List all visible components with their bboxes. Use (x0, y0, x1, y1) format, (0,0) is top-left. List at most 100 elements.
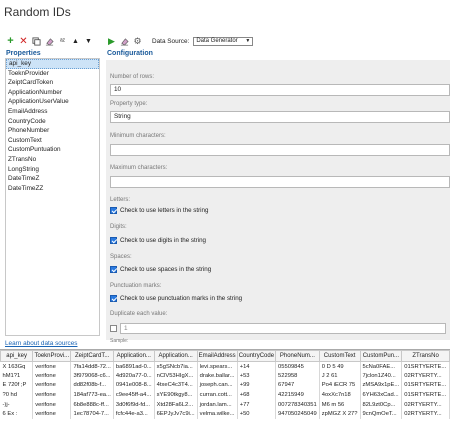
table-cell[interactable]: 522958 (275, 371, 320, 381)
table-cell[interactable]: +68 (237, 390, 277, 400)
max-chars-input[interactable] (110, 176, 450, 188)
spaces-checkbox[interactable]: Check to use spaces in the string (110, 266, 211, 273)
punctuation-checkbox[interactable]: Check to use punctuation marks in the st… (110, 295, 242, 302)
table-cell[interactable]: +99 (237, 380, 277, 391)
letters-checkbox[interactable]: Check to use letters in the string (110, 207, 208, 214)
table-cell[interactable]: 6YH63xCad... (360, 390, 403, 400)
arrow-down-icon[interactable]: ▼ (84, 37, 93, 46)
table-row[interactable]: 6 Ex : verifone 1ec78704-7... fcfc44e-a3...… (0, 409, 450, 420)
property-item[interactable]: ZTransNo (6, 155, 99, 165)
table-cell[interactable]: -)j- (0, 399, 34, 410)
grid-column-header[interactable]: Application... (112, 350, 155, 362)
table-cell[interactable]: 3d0f6f9d-fd... (113, 399, 155, 410)
table-cell[interactable]: levi.spears... (197, 361, 238, 372)
table-cell[interactable]: verifone (32, 361, 72, 372)
table-cell[interactable]: 82L9zt0Cp... (360, 399, 403, 410)
table-row[interactable]: E 720f ;P verifone dd82f08b-f... 0941e008-8… (0, 380, 450, 391)
property-item[interactable]: CountryCode (6, 117, 99, 127)
table-cell[interactable]: J 2 61 (319, 371, 361, 381)
table-cell[interactable]: fcfc44e-a3... (113, 409, 155, 420)
table-cell[interactable]: 0941e008-8... (113, 380, 155, 391)
table-cell[interactable]: 4oxXc7n18 (319, 390, 361, 400)
table-cell[interactable]: 1ec78704-7... (70, 409, 114, 420)
table-cell[interactable]: 7jclon1Z40... (360, 371, 403, 381)
table-cell[interactable]: 947050245049 (275, 409, 320, 420)
table-cell[interactable]: +14 (237, 361, 277, 372)
table-cell[interactable]: 67947 (275, 380, 320, 391)
table-cell[interactable]: velma.wilke... (197, 409, 238, 420)
table-cell[interactable]: 4txeC4c3T4... (154, 380, 198, 391)
property-type-select[interactable]: String (110, 111, 450, 123)
table-cell[interactable]: joseph.can... (197, 380, 238, 391)
property-item[interactable]: CustomPuntuation (6, 145, 99, 155)
property-item[interactable]: CustomText (6, 136, 99, 146)
table-cell[interactable]: E 720f ;P (0, 380, 34, 391)
duplicate-input[interactable]: 1 (120, 323, 446, 334)
grid-column-header[interactable]: Application... (153, 350, 198, 362)
table-cell[interactable]: verifone (32, 380, 72, 391)
table-cell[interactable]: curran.cott... (197, 390, 238, 400)
table-cell[interactable]: Po4 iECR 75 (319, 380, 361, 391)
data-grid[interactable]: api_key ToeknProvi... ZeiptCardT... Applica… (0, 349, 450, 424)
property-item[interactable]: DateTimeZ (6, 174, 99, 184)
table-row[interactable]: hM1?1 verifone 3f979068-c6... 4d920a77-0...… (0, 371, 450, 381)
grid-column-header[interactable]: ToeknProvi... (32, 350, 72, 362)
table-cell[interactable]: 02RTYERTY... (401, 371, 450, 381)
data-source-select[interactable]: Data Generator ▼ (193, 36, 254, 46)
table-cell[interactable]: 6 Ex : (0, 409, 34, 420)
table-cell[interactable]: zMSA9x1pE... (360, 380, 403, 391)
table-cell[interactable]: X 163Gq (0, 361, 34, 372)
property-item[interactable]: LongString (6, 165, 99, 175)
table-cell[interactable]: 6EPJyJv7c9i... (154, 409, 198, 420)
learn-about-data-sources-link[interactable]: Learn about data sources (5, 340, 77, 347)
grid-column-header[interactable]: ZTransNo (401, 350, 450, 362)
grid-column-header[interactable]: ZeiptCardT... (70, 350, 114, 362)
property-item[interactable]: ApplicationUserValue (6, 97, 99, 107)
table-cell[interactable]: nClV53HIgX... (154, 371, 198, 381)
eraser-icon[interactable] (45, 37, 54, 46)
table-row[interactable]: X 163Gq verifone 7fa14dd8-72... ba6891ad-0.… (0, 361, 450, 372)
table-cell[interactable]: 007278340351 (275, 399, 320, 410)
table-cell[interactable]: +50 (237, 409, 277, 420)
sort-icon[interactable]: ᵃᶻ (58, 37, 67, 46)
duplicate-row[interactable]: 1 (110, 323, 446, 334)
table-cell[interactable]: c9ee45ff-a4... (113, 390, 155, 400)
table-row[interactable]: ?0 hd verifone 184af773-ea... c9ee45ff-a4..… (0, 390, 450, 400)
grid-column-header[interactable]: PhoneNum... (275, 350, 320, 362)
table-cell[interactable]: drake.ballar... (197, 371, 238, 381)
table-cell[interactable]: 42215949 (275, 390, 320, 400)
table-cell[interactable]: verifone (32, 409, 72, 420)
plus-icon[interactable]: + (6, 35, 15, 46)
table-cell[interactable]: 0 D 5 49 (319, 361, 361, 372)
table-cell[interactable]: sYE90tkgy8... (154, 390, 198, 400)
grid-column-header[interactable]: api_key (0, 350, 34, 362)
table-cell[interactable]: 184af773-ea... (70, 390, 114, 400)
table-cell[interactable]: jordan.lam... (197, 399, 238, 410)
table-cell[interactable]: 02RTYERTY... (401, 409, 450, 420)
table-cell[interactable]: x5gSNcb7ia... (154, 361, 198, 372)
grid-column-header[interactable]: CountryCode (236, 350, 277, 362)
copy-icon[interactable] (32, 36, 41, 46)
delete-icon[interactable]: ✕ (19, 36, 28, 46)
table-cell[interactable]: 01SRTYERTE... (401, 390, 450, 400)
property-item[interactable]: DateTimeZZ (6, 184, 99, 194)
table-cell[interactable]: +53 (237, 371, 277, 381)
number-of-rows-input[interactable]: 10 (110, 84, 450, 96)
property-item[interactable]: PhoneNumber (6, 126, 99, 136)
table-cell[interactable]: 7fa14dd8-72... (70, 361, 114, 372)
property-item[interactable]: ZeiptCardToken (6, 78, 99, 88)
checkbox-unchecked-icon[interactable] (110, 325, 117, 332)
table-cell[interactable]: Xtd28Fa6L2... (154, 399, 198, 410)
arrow-up-icon[interactable]: ▲ (71, 37, 80, 46)
digits-checkbox[interactable]: Check to use digits in the string (110, 237, 206, 244)
table-cell[interactable]: 3f979068-c6... (70, 371, 114, 381)
table-cell[interactable]: 01SRTYERTE... (401, 361, 450, 372)
table-cell[interactable]: 6b8e888c-ff... (70, 399, 114, 410)
table-cell[interactable]: 9cnQmOeT... (360, 409, 403, 420)
min-chars-input[interactable] (110, 144, 450, 156)
property-item[interactable]: api_key (6, 59, 99, 69)
table-cell[interactable]: M6 m 56 (319, 399, 361, 410)
table-cell[interactable]: verifone (32, 390, 72, 400)
grid-column-header[interactable]: EmailAddress (196, 350, 238, 362)
property-item[interactable]: EmailAddress (6, 107, 99, 117)
